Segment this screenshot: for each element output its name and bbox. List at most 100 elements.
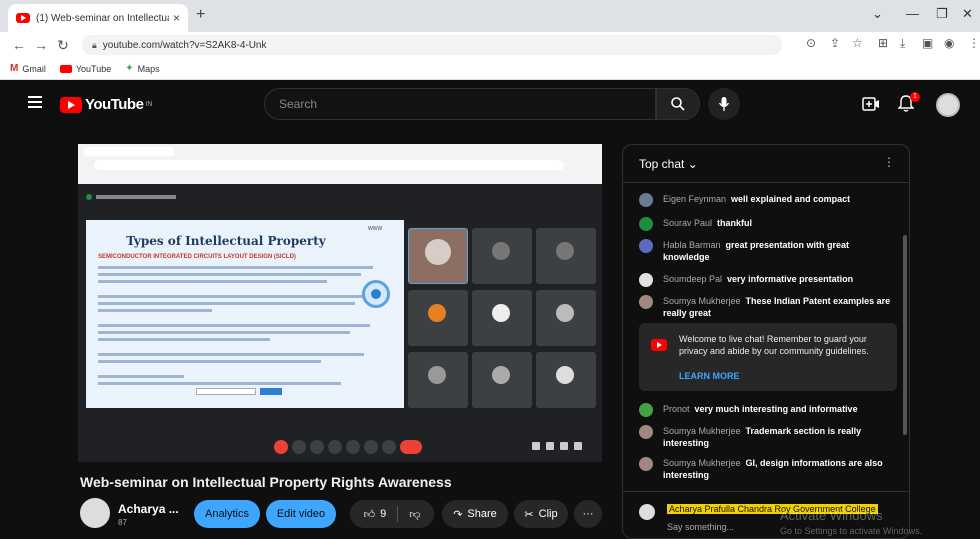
close-window-icon[interactable]: ✕	[962, 6, 973, 22]
url-field[interactable]: 🔒︎ youtube.com/watch?v=S2AK8-4-Unk	[82, 35, 782, 55]
chat-message: Habla Barman great presentation with grea…	[639, 239, 895, 263]
participant-tile	[408, 352, 468, 408]
hamburger-menu-icon[interactable]	[28, 96, 42, 111]
more-options-icon	[382, 440, 396, 454]
download-icon[interactable]: ⤓	[900, 36, 905, 51]
profile-icon[interactable]: ◉	[944, 36, 954, 50]
tab-search-icon[interactable]: ⌄	[872, 6, 883, 22]
chat-message: Soumya Mukherjee These Indian Patent exam…	[639, 295, 895, 319]
dislike-icon[interactable]: 👎︎	[409, 508, 420, 521]
youtube-icon	[651, 339, 667, 351]
channel-avatar[interactable]	[80, 498, 110, 528]
voice-search-button[interactable]	[708, 88, 740, 120]
people-icon	[546, 442, 554, 450]
chat-avatar	[639, 193, 653, 207]
chat-avatar	[639, 457, 653, 471]
presenting-banner	[86, 194, 176, 200]
top-chat-dropdown[interactable]: Top chat ⌄	[639, 157, 698, 171]
chat-message: Sourav Paul thankful	[639, 217, 895, 231]
like-icon[interactable]: 👍︎	[364, 508, 376, 521]
clip-button[interactable]: ✂ Clip	[514, 500, 568, 528]
bookmark-star-icon[interactable]: ☆	[852, 36, 863, 50]
tab-title: (1) Web-seminar on Intellectual P	[36, 12, 169, 24]
sidepanel-icon[interactable]: ▣	[922, 36, 933, 50]
bookmark-gmail[interactable]: M Gmail	[10, 63, 46, 74]
chat-avatar	[639, 295, 653, 309]
bookmarks-bar: M Gmail YouTube ✦ Maps	[0, 58, 980, 80]
youtube-favicon-icon	[16, 13, 30, 23]
chat-scrollbar[interactable]	[903, 235, 907, 435]
search-button[interactable]	[656, 88, 700, 120]
chat-more-icon[interactable]: ⋮	[883, 155, 895, 169]
shared-tab	[84, 147, 174, 156]
browser-tab[interactable]: (1) Web-seminar on Intellectual P ×	[8, 4, 188, 32]
presentation-slide: Types of Intellectual Property SEMICONDU…	[86, 220, 404, 408]
chat-avatar	[639, 403, 653, 417]
video-player[interactable]: Types of Intellectual Property SEMICONDU…	[78, 144, 602, 462]
account-avatar[interactable]	[936, 93, 960, 117]
notice-text: Welcome to live chat! Remember to guard …	[679, 334, 869, 356]
like-count: 9	[380, 508, 387, 520]
chat-message: Soumya Mukherjee Trademark section is rea…	[639, 425, 895, 449]
chat-message: Soumdeep Pal very informative presentatio…	[639, 273, 895, 287]
activities-icon	[574, 442, 582, 450]
slide-subtitle: SEMICONDUCTOR INTEGRATED CIRCUITS LAYOUT…	[98, 254, 296, 260]
slide-badge: WWW	[368, 226, 383, 232]
search-input[interactable]: Search	[264, 88, 656, 120]
participant-tile	[536, 352, 596, 408]
participant-tile	[408, 228, 468, 284]
more-actions-button[interactable]: ···	[574, 500, 602, 528]
gmail-icon: M	[10, 63, 19, 74]
participant-tile	[408, 290, 468, 346]
tab-close-icon[interactable]: ×	[173, 11, 180, 25]
scissors-icon: ✂	[524, 508, 534, 521]
activate-windows-watermark: Activate Windows	[780, 508, 883, 523]
shared-screen-browser	[78, 144, 602, 184]
participant-tile	[472, 228, 532, 284]
new-tab-button[interactable]: +	[196, 6, 205, 24]
slide-button	[260, 388, 282, 395]
restore-icon[interactable]: ❐	[936, 6, 948, 22]
chat-avatar	[639, 425, 653, 439]
raise-hand-icon	[364, 440, 378, 454]
participant-tile	[472, 290, 532, 346]
slide-input-box	[196, 388, 256, 395]
lock-icon: 🔒︎	[92, 39, 97, 50]
share-button[interactable]: ↷ Share	[442, 500, 508, 528]
tab-bar: (1) Web-seminar on Intellectual P × + ⌄ …	[0, 0, 980, 32]
channel-name[interactable]: Acharya ...	[118, 502, 179, 516]
slide-body-text	[98, 266, 384, 389]
youtube-logo[interactable]: YouTube IN	[60, 96, 152, 113]
shared-url	[94, 160, 564, 170]
emoji-icon	[328, 440, 342, 454]
url-text: youtube.com/watch?v=S2AK8-4-Unk	[102, 39, 267, 51]
reload-icon[interactable]: ↻	[52, 37, 74, 54]
create-video-icon[interactable]	[862, 96, 880, 112]
activate-windows-subtext: Go to Settings to activate Windows.	[780, 526, 923, 536]
chat-avatar	[639, 273, 653, 287]
like-dislike-group[interactable]: 👍︎ 9 👎︎	[350, 500, 434, 528]
meet-window: Types of Intellectual Property SEMICONDU…	[78, 184, 602, 462]
extensions-icon[interactable]: ⊞	[878, 36, 888, 50]
forward-icon[interactable]: →	[30, 37, 52, 53]
chat-avatar	[639, 217, 653, 231]
meet-controls-bar	[78, 434, 602, 462]
chat-header: Top chat ⌄ ⋮	[623, 145, 909, 183]
google-lens-icon[interactable]: ⊙	[806, 36, 816, 50]
back-icon[interactable]: ←	[8, 37, 30, 53]
bookmark-maps[interactable]: ✦ Maps	[125, 63, 159, 74]
chat-message-input[interactable]: Say something...	[667, 522, 734, 532]
edit-video-button[interactable]: Edit video	[266, 500, 336, 528]
menu-icon[interactable]: ⋮	[968, 36, 980, 50]
participant-tile	[472, 352, 532, 408]
bookmark-youtube[interactable]: YouTube	[59, 64, 111, 74]
chat-icon	[560, 442, 568, 450]
participant-tile	[536, 228, 596, 284]
share-page-icon[interactable]: ⇪	[830, 36, 840, 50]
minimize-icon[interactable]: —	[906, 6, 919, 21]
chat-welcome-notice: Welcome to live chat! Remember to guard …	[639, 323, 897, 391]
chat-message: Eigen Feynman well explained and compact	[639, 193, 895, 207]
present-icon	[346, 440, 360, 454]
learn-more-link[interactable]: LEARN MORE	[679, 371, 740, 381]
analytics-button[interactable]: Analytics	[194, 500, 260, 528]
